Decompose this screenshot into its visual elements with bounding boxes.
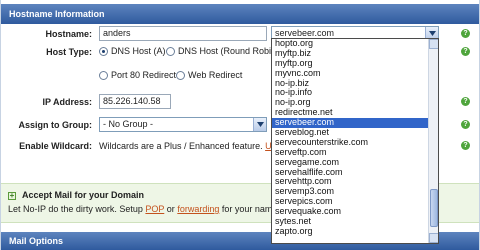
accept-mail-title: Accept Mail for your Domain bbox=[22, 190, 145, 200]
mail-text-mid: or bbox=[166, 204, 175, 214]
dropdown-scrollbar[interactable] bbox=[428, 39, 438, 243]
hostname-input[interactable]: anders bbox=[99, 26, 267, 41]
wildcard-label: Enable Wildcard: bbox=[19, 141, 92, 151]
group-select[interactable]: - No Group - bbox=[99, 117, 267, 132]
radio-port80-redirect-label: Port 80 Redirect bbox=[111, 70, 177, 80]
wildcard-info: Wildcards are a Plus / Enhanced feature. bbox=[99, 141, 263, 151]
group-select-value: - No Group - bbox=[103, 119, 154, 129]
domain-dropdown-items: hopto.org myftp.biz myftp.org myvnc.com no-i… bbox=[272, 39, 438, 237]
ip-address-input[interactable]: 85.226.140.58 bbox=[99, 94, 171, 109]
expand-plus-icon[interactable]: + bbox=[8, 192, 16, 200]
help-icon[interactable]: ? bbox=[461, 47, 470, 56]
scroll-down-icon[interactable] bbox=[429, 233, 438, 243]
radio-dns-host-a-label: DNS Host (A) bbox=[111, 46, 166, 56]
domain-dropdown-list[interactable]: hopto.org myftp.biz myftp.org myvnc.com no-i… bbox=[271, 38, 439, 244]
pop-link[interactable]: POP bbox=[145, 204, 164, 214]
help-icon[interactable]: ? bbox=[461, 120, 470, 129]
group-label: Assign to Group: bbox=[18, 120, 93, 130]
ip-address-label: IP Address: bbox=[42, 97, 92, 107]
domain-select-value: servebeer.com bbox=[275, 28, 335, 38]
radio-web-redirect-label: Web Redirect bbox=[188, 70, 243, 80]
wildcard-text: Wildcards are a Plus / Enhanced feature.… bbox=[99, 141, 285, 151]
help-icon[interactable]: ? bbox=[461, 141, 470, 150]
section-header-hostname: Hostname Information bbox=[1, 4, 479, 24]
hostname-label: Hostname: bbox=[45, 29, 92, 39]
scrollbar-thumb[interactable] bbox=[430, 189, 438, 227]
radio-dns-host-a[interactable] bbox=[99, 47, 108, 56]
scroll-up-icon[interactable] bbox=[429, 39, 438, 49]
radio-web-redirect[interactable] bbox=[176, 71, 185, 80]
mail-text-before: Let No-IP do the dirty work. Setup bbox=[8, 204, 143, 214]
accept-mail-text: Let No-IP do the dirty work. Setup POP o… bbox=[8, 204, 280, 214]
radio-dns-round-robin[interactable] bbox=[166, 47, 175, 56]
chevron-down-icon[interactable] bbox=[253, 118, 266, 131]
dropdown-option[interactable]: zapto.org bbox=[272, 226, 438, 237]
help-icon[interactable]: ? bbox=[461, 29, 470, 38]
forwarding-link[interactable]: forwarding bbox=[177, 204, 219, 214]
radio-port80-redirect[interactable] bbox=[99, 71, 108, 80]
radio-dns-round-robin-label: DNS Host (Round Robin) bbox=[178, 46, 280, 56]
host-type-label: Host Type: bbox=[46, 47, 92, 57]
help-icon[interactable]: ? bbox=[461, 97, 470, 106]
